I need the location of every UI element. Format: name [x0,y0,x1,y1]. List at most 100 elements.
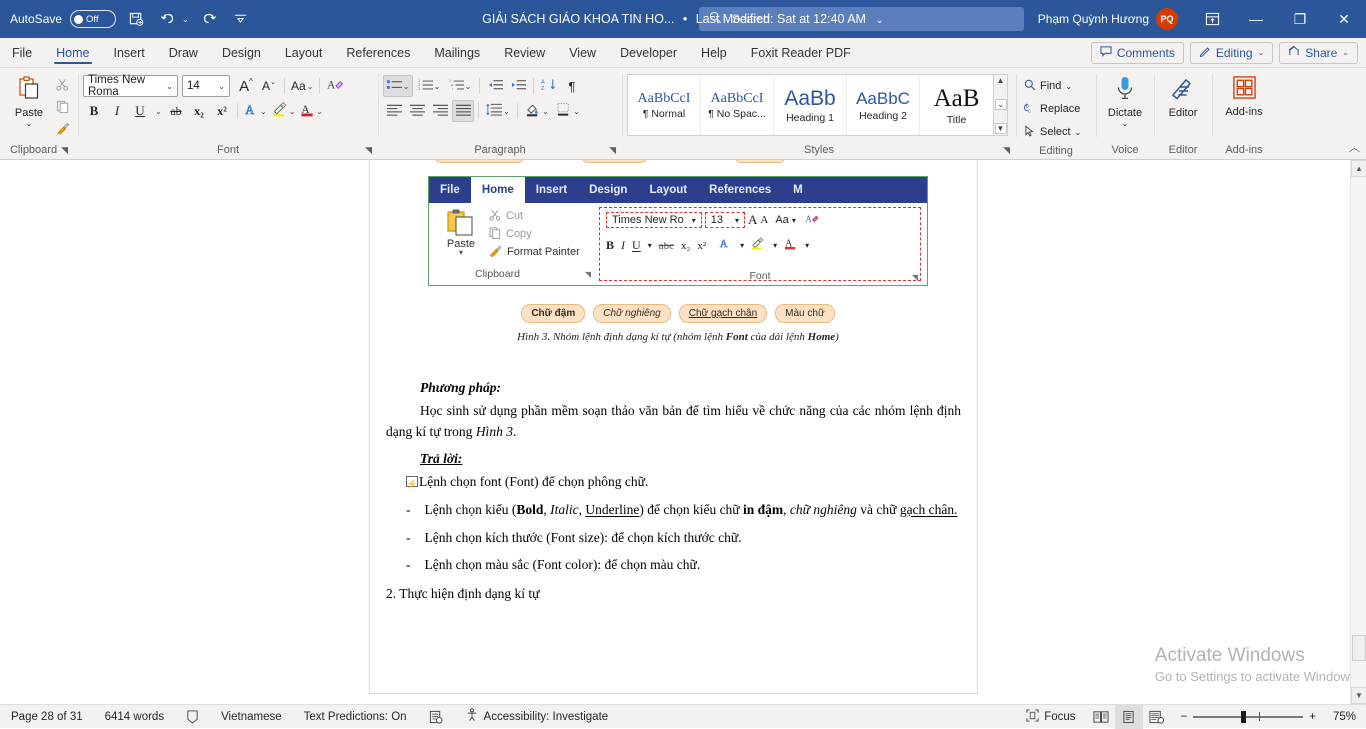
zoom-in-button[interactable]: + [1309,711,1316,723]
save-icon[interactable] [124,7,148,31]
font-color-button[interactable]: A ⌄ [298,100,325,122]
styles-scroll-up-button[interactable]: ▲ [997,76,1005,85]
copy-button[interactable] [53,98,73,118]
tab-file[interactable]: File [0,38,44,67]
subscript-button[interactable]: x₂ [188,100,210,122]
text-highlight-button[interactable]: ⌄ [270,100,298,122]
underline-options-caret[interactable]: ⌄ [152,100,164,122]
paragraph-dialog-launcher[interactable]: ◥ [609,141,616,159]
document-title[interactable]: GIẢI SÁCH GIÁO KHOA TIN HO... [482,12,674,26]
borders-button[interactable]: ⌄ [553,100,583,122]
scroll-up-button[interactable]: ▲ [1351,160,1366,177]
undo-icon[interactable] [156,7,180,31]
align-left-button[interactable] [383,100,405,122]
superscript-button[interactable]: x² [211,100,233,122]
redo-icon[interactable] [197,7,221,31]
editor-button[interactable]: Editor [1159,71,1207,119]
increase-indent-button[interactable] [507,75,529,97]
avatar[interactable]: PQ [1156,8,1178,30]
tab-developer[interactable]: Developer [608,38,689,67]
editing-mode-button[interactable]: Editing ⌄ [1190,42,1273,64]
zoom-level-label[interactable]: 75% [1322,711,1356,723]
zoom-out-button[interactable]: − [1181,711,1188,723]
autosave-toggle[interactable]: Off [70,10,116,28]
format-painter-button[interactable] [53,120,73,140]
align-center-button[interactable] [406,100,428,122]
editor-status-icon[interactable] [418,705,454,729]
tab-foxit-reader-pdf[interactable]: Foxit Reader PDF [739,38,863,67]
style-item-no-spacing[interactable]: AaBbCcI ¶ No Spac... [701,75,774,135]
decrease-indent-button[interactable] [484,75,506,97]
close-button[interactable]: ✕ [1322,0,1366,38]
style-item-heading-1[interactable]: AaBb Heading 1 [774,75,847,135]
multilevel-list-button[interactable]: 1ai ⌄ [445,75,475,97]
grow-font-button[interactable]: A^ [235,75,257,97]
document-body-text[interactable]: Phương pháp: Học sinh sử dụng phần mềm s… [386,378,961,605]
zoom-slider[interactable] [1193,716,1303,718]
sort-button[interactable]: AZ [538,75,560,97]
style-item-normal[interactable]: AaBbCcI ¶ Normal [628,75,701,135]
document-page[interactable]: Nhóm lệnh Font Phông chữ Cỡ chữ File Hom… [369,160,978,694]
chevron-down-icon[interactable]: ⌄ [1122,120,1129,127]
scrollbar-thumb[interactable] [1352,635,1366,661]
styles-scroll-down-button[interactable]: ⌄ [995,99,1007,110]
share-button[interactable]: Share ⌄ [1279,42,1358,64]
clipboard-dialog-launcher[interactable]: ◥ [61,141,68,159]
clear-formatting-button[interactable]: A [324,75,346,97]
replace-button[interactable]: bc Replace [1021,99,1084,119]
font-name-combobox[interactable]: Times New Roma ⌄ [83,75,178,97]
bold-button[interactable]: B [83,100,105,122]
line-spacing-button[interactable]: ⌄ [483,100,513,122]
tab-home[interactable]: Home [44,38,101,67]
word-count-status[interactable]: 6414 words [94,705,175,729]
accessibility-status[interactable]: Accessibility: Investigate [454,705,620,729]
chevron-down-icon[interactable]: ⌄ [26,120,33,127]
title-caret-icon[interactable]: ⌄ [875,15,883,26]
styles-dialog-launcher[interactable]: ◥ [1003,141,1010,159]
last-modified-label[interactable]: Last Modified: Sat at 12:40 AM [696,12,866,26]
find-button[interactable]: Find ⌄ [1021,76,1084,96]
text-effects-button[interactable]: A ⌄ [242,100,269,122]
minimize-button[interactable]: — [1234,0,1278,38]
tab-mailings[interactable]: Mailings [422,38,492,67]
shading-button[interactable]: ⌄ [522,100,552,122]
proofing-errors-icon[interactable] [175,705,210,729]
font-dialog-launcher[interactable]: ◥ [365,141,372,159]
language-status[interactable]: Vietnamese [210,705,293,729]
print-layout-icon[interactable] [1115,705,1143,729]
tab-references[interactable]: References [334,38,422,67]
tab-design[interactable]: Design [210,38,273,67]
align-right-button[interactable] [429,100,451,122]
bullets-button[interactable]: ⌄ [383,75,413,97]
italic-button[interactable]: I [106,100,128,122]
underline-button[interactable]: U [129,100,151,122]
show-formatting-marks-button[interactable]: ¶ [561,75,583,97]
tab-layout[interactable]: Layout [273,38,335,67]
page-number-status[interactable]: Page 28 of 31 [0,705,94,729]
add-ins-button[interactable]: Add-ins [1217,71,1271,118]
strikethrough-button[interactable]: ab [165,100,187,122]
numbering-button[interactable]: 123 ⌄ [414,75,444,97]
text-predictions-status[interactable]: Text Predictions: On [293,705,418,729]
justify-button[interactable] [452,100,474,122]
style-item-title[interactable]: AaB Title [920,75,993,135]
paste-button[interactable]: Paste ⌄ [5,71,53,127]
cut-button[interactable] [53,76,73,96]
account-name[interactable]: Phạm Quỳnh Hương [1038,12,1149,26]
dictate-button[interactable]: Dictate ⌄ [1101,71,1149,127]
scroll-down-button[interactable]: ▼ [1351,687,1366,704]
collapse-ribbon-icon[interactable]: ︿ [1349,139,1360,155]
shrink-font-button[interactable]: A⌄ [258,75,280,97]
tab-review[interactable]: Review [492,38,557,67]
comments-button[interactable]: Comments [1091,42,1184,64]
ribbon-display-options-icon[interactable] [1190,0,1234,38]
styles-more-button[interactable]: ▼ [995,123,1007,134]
select-button[interactable]: Select ⌄ [1021,122,1084,142]
tab-insert[interactable]: Insert [102,38,157,67]
customize-quick-access-icon[interactable] [229,7,253,31]
vertical-scrollbar[interactable]: ▲ ▼ [1350,160,1366,704]
zoom-slider-thumb[interactable] [1241,711,1246,723]
tab-view[interactable]: View [557,38,608,67]
read-mode-icon[interactable] [1087,705,1115,729]
tab-help[interactable]: Help [689,38,739,67]
